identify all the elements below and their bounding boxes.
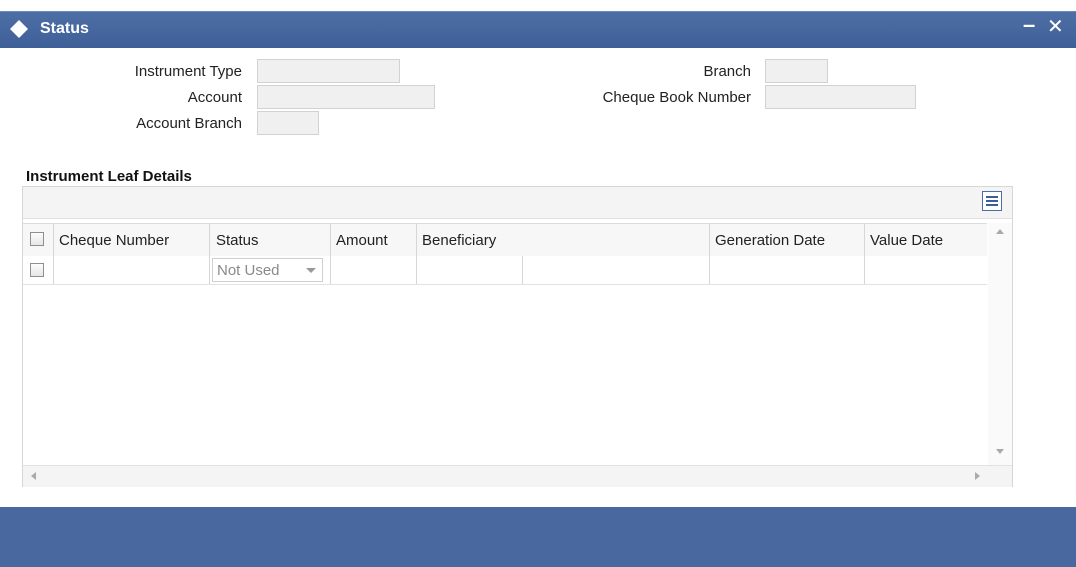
list-view-icon[interactable] bbox=[982, 191, 1002, 211]
col-beneficiary[interactable]: Beneficiary bbox=[422, 232, 496, 249]
select-all-checkbox[interactable] bbox=[30, 232, 44, 246]
instrument-type-field[interactable] bbox=[257, 59, 400, 83]
section-title: Instrument Leaf Details bbox=[26, 168, 192, 185]
chevron-down-icon bbox=[306, 268, 316, 273]
scroll-down-icon[interactable] bbox=[996, 449, 1004, 454]
generation-date-cell[interactable] bbox=[710, 256, 864, 284]
window-title: Status bbox=[40, 20, 89, 37]
scroll-left-icon[interactable] bbox=[31, 472, 36, 480]
status-select[interactable]: Not Used bbox=[212, 258, 323, 282]
account-branch-label: Account Branch bbox=[136, 115, 242, 132]
branch-field[interactable] bbox=[765, 59, 828, 83]
horizontal-scrollbar[interactable] bbox=[23, 465, 1012, 487]
cheque-book-number-field[interactable] bbox=[765, 85, 916, 109]
grid-header: Cheque Number Status Amount Beneficiary … bbox=[23, 223, 987, 257]
col-status[interactable]: Status bbox=[216, 232, 259, 249]
scroll-right-icon[interactable] bbox=[975, 472, 980, 480]
title-bar: Status – ✕ bbox=[0, 11, 1076, 48]
branch-label: Branch bbox=[703, 63, 751, 80]
vertical-scrollbar[interactable] bbox=[988, 223, 1012, 465]
grid-toolbar bbox=[23, 187, 1012, 219]
instrument-leaf-grid: Cheque Number Status Amount Beneficiary … bbox=[22, 186, 1013, 487]
cheque-number-cell[interactable] bbox=[54, 256, 209, 284]
minimize-icon[interactable]: – bbox=[1023, 12, 1035, 38]
amount-cell[interactable] bbox=[331, 256, 416, 284]
table-row: Not Used bbox=[23, 256, 987, 285]
footer-bar bbox=[0, 507, 1076, 567]
account-field[interactable] bbox=[257, 85, 435, 109]
close-icon[interactable]: ✕ bbox=[1047, 14, 1064, 39]
col-generation-date[interactable]: Generation Date bbox=[715, 232, 825, 249]
cheque-book-number-label: Cheque Book Number bbox=[602, 89, 751, 106]
instrument-type-label: Instrument Type bbox=[134, 63, 242, 80]
diamond-icon bbox=[10, 20, 28, 38]
beneficiary-cell[interactable] bbox=[417, 256, 522, 284]
col-value-date[interactable]: Value Date bbox=[870, 232, 943, 249]
row-checkbox[interactable] bbox=[30, 263, 44, 277]
scroll-up-icon[interactable] bbox=[996, 229, 1004, 234]
col-amount[interactable]: Amount bbox=[336, 232, 388, 249]
account-branch-field[interactable] bbox=[257, 111, 319, 135]
value-date-cell[interactable] bbox=[865, 256, 987, 284]
account-label: Account bbox=[187, 89, 242, 106]
col-cheque-number[interactable]: Cheque Number bbox=[59, 232, 169, 249]
status-value: Not Used bbox=[217, 262, 280, 279]
